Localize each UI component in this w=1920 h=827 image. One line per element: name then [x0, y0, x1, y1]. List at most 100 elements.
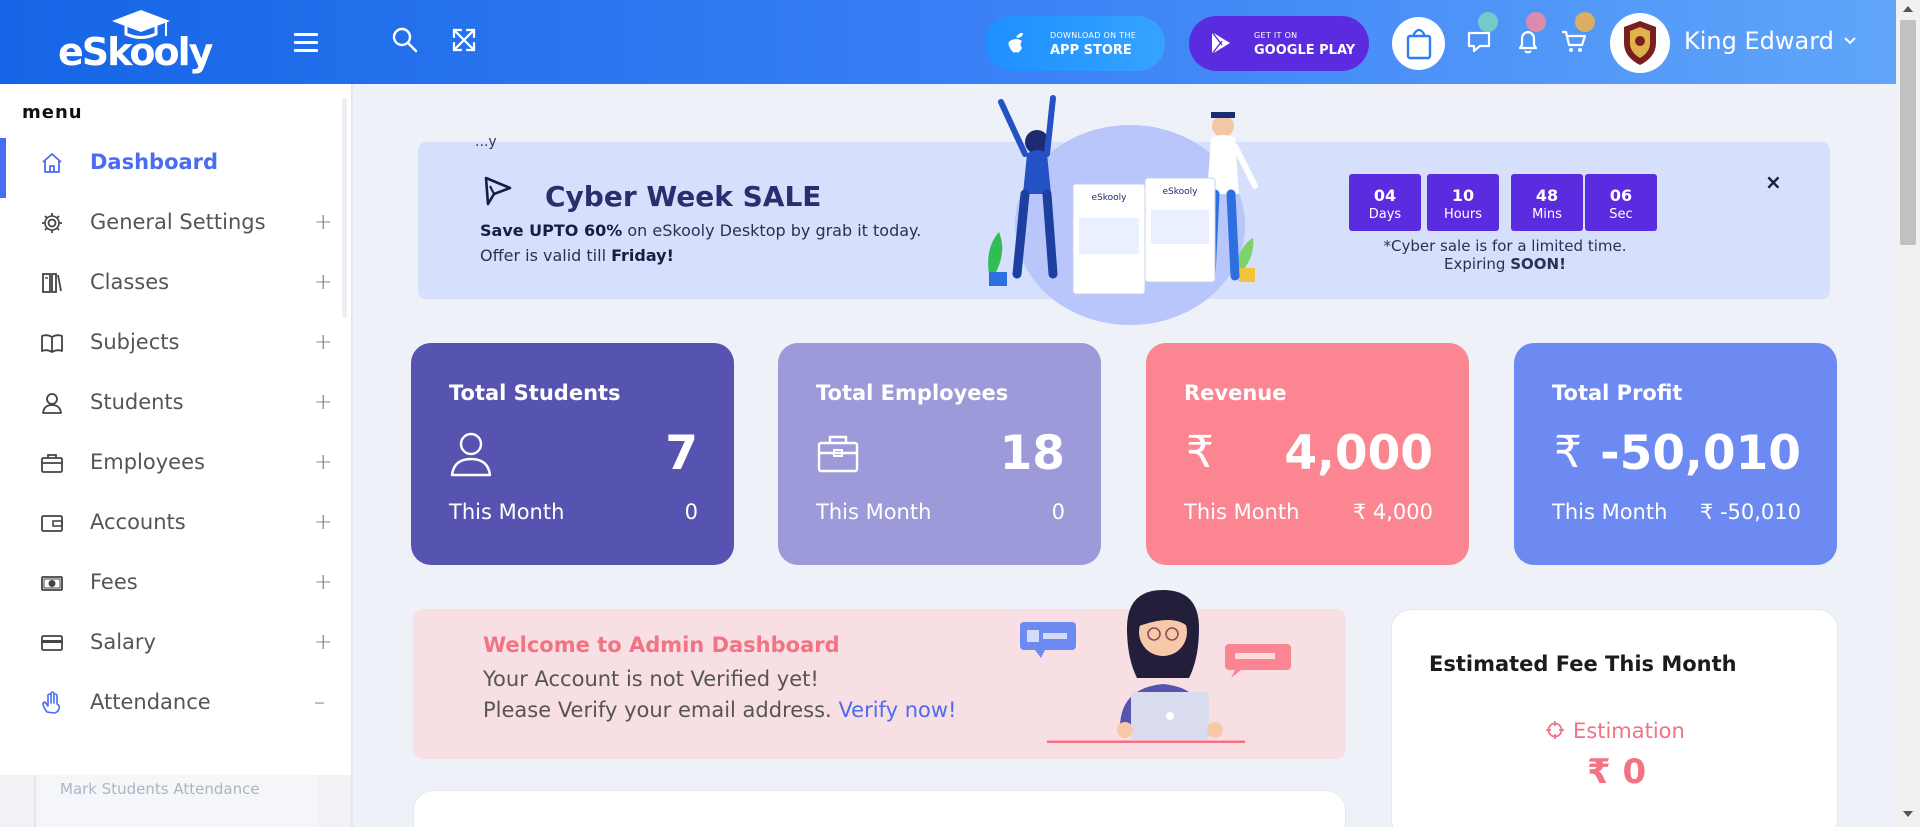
student-icon — [42, 393, 62, 414]
card-title: Revenue — [1184, 381, 1287, 405]
bell-badge — [1526, 12, 1546, 32]
scrollbar-thumb[interactable] — [1900, 20, 1916, 245]
bottom-panel — [413, 790, 1346, 827]
classes-icon — [42, 273, 62, 293]
rupee-icon: ₹ — [1186, 427, 1214, 478]
card-title: Total Profit — [1552, 381, 1683, 405]
verification-prompt-text: Please Verify your email address. — [483, 698, 832, 722]
briefcase-icon — [41, 454, 63, 473]
sidebar-item-subjects[interactable]: Subjects + — [0, 318, 345, 366]
briefcase-icon — [817, 435, 859, 473]
scroll-down-arrow-icon[interactable] — [1903, 811, 1913, 817]
card-sub-label: This Month — [449, 500, 565, 524]
sidebar-item-label: Subjects — [90, 330, 180, 354]
fee-card-title: Estimated Fee This Month — [1429, 652, 1737, 676]
sidebar-item-students[interactable]: Students + — [0, 378, 345, 426]
shopping-bag-button[interactable] — [1392, 17, 1445, 70]
sidebar-item-classes[interactable]: Classes + — [0, 258, 345, 306]
promo-illustration: eSkooly eSkooly — [988, 95, 1258, 325]
total-students-card[interactable]: Total Students 7 This Month 0 — [411, 343, 734, 565]
countdown-hours-label: Hours — [1443, 207, 1483, 222]
countdown-secs-value: 06 — [1609, 186, 1633, 205]
sidebar-item-salary[interactable]: Salary + — [0, 618, 345, 666]
app-store-small-text: DOWNLOAD ON THE — [1050, 31, 1137, 40]
total-employees-card[interactable]: Total Employees 18 This Month 0 — [778, 343, 1101, 565]
total-profit-card[interactable]: Total Profit ₹ -50,010 This Month ₹ -50,… — [1514, 343, 1837, 565]
card-sub-value: ₹ 4,000 — [1352, 500, 1433, 524]
scroll-up-arrow-icon[interactable] — [1903, 6, 1913, 12]
sidebar-item-label: Salary — [90, 630, 156, 654]
collapse-icon[interactable]: – — [314, 690, 325, 715]
sidebar-item-dashboard[interactable]: Dashboard — [0, 138, 345, 198]
expand-icon[interactable]: + — [314, 630, 332, 655]
promo-line1-text: on eSkooly Desktop by grab it today. — [622, 221, 922, 240]
card-sub-label: This Month — [816, 500, 932, 524]
home-icon — [42, 153, 62, 173]
countdown-hours: 10 Hours — [1427, 174, 1499, 231]
promo-line2-text: Offer is valid till — [480, 246, 612, 265]
expand-icon[interactable]: + — [314, 510, 332, 535]
expand-icon[interactable]: + — [314, 390, 332, 415]
close-icon[interactable]: × — [1765, 170, 1782, 194]
page-scrollbar[interactable] — [1896, 0, 1920, 827]
submenu-item-label: Mark Students Attendance — [60, 780, 260, 798]
bell-icon[interactable] — [1514, 28, 1542, 56]
sidebar-item-accounts[interactable]: Accounts + — [0, 498, 345, 546]
sale-note: *Cyber sale is for a limited time. — [1383, 237, 1627, 255]
crosshair-icon — [1546, 721, 1564, 739]
card-icon — [41, 635, 63, 651]
promo-deadline: Friday! — [611, 246, 674, 265]
sale-expiry-note: Expiring SOON! — [1350, 255, 1660, 273]
expand-icon[interactable]: + — [314, 570, 332, 595]
countdown-secs-label: Sec — [1609, 207, 1633, 222]
sidebar-item-employees[interactable]: Employees + — [0, 438, 345, 486]
gear-icon — [42, 213, 62, 233]
menu-icon[interactable] — [294, 33, 318, 53]
app-store-button[interactable]: DOWNLOAD ON THE APP STORE — [985, 16, 1165, 71]
apple-icon — [1008, 32, 1023, 53]
sale-expiry-text: Expiring — [1444, 255, 1511, 273]
verify-now-link[interactable]: Verify now! — [838, 698, 956, 722]
graduation-cap-icon — [112, 10, 170, 39]
promo-clipped-text: ...y — [475, 134, 497, 150]
promo-highlight: Save UPTO 60% — [480, 221, 623, 240]
app-store-big-text: APP STORE — [1050, 43, 1132, 58]
search-icon[interactable] — [391, 26, 419, 54]
google-play-button[interactable]: GET IT ON GOOGLE PLAY — [1189, 16, 1369, 71]
sidebar-divider — [351, 84, 353, 827]
revenue-card[interactable]: Revenue ₹ 4,000 This Month ₹ 4,000 — [1146, 343, 1469, 565]
sidebar-item-label: Dashboard — [90, 150, 219, 174]
sidebar-item-label: Attendance — [90, 690, 211, 714]
avatar[interactable] — [1610, 13, 1670, 73]
fullscreen-icon[interactable] — [450, 26, 478, 54]
expand-icon[interactable]: + — [314, 450, 332, 475]
sidebar-item-label: General Settings — [90, 210, 266, 234]
sidebar-item-attendance[interactable]: Attendance – — [0, 678, 345, 726]
card-sub-value: ₹ -50,010 — [1699, 500, 1801, 524]
card-title: Total Students — [449, 381, 621, 405]
expand-icon[interactable]: + — [314, 270, 332, 295]
chat-icon[interactable] — [1466, 28, 1494, 56]
sidebar-item-label: Students — [90, 390, 184, 414]
submenu-item-mark-students-attendance[interactable]: Mark Students Attendance — [34, 775, 318, 827]
card-value: 18 — [999, 426, 1065, 481]
cart-icon[interactable] — [1560, 28, 1588, 56]
crest-icon — [1624, 21, 1656, 65]
cart-badge — [1575, 12, 1595, 32]
expand-icon[interactable]: + — [314, 210, 332, 235]
expand-icon[interactable]: + — [314, 330, 332, 355]
attendance-submenu: Mark Students Attendance — [0, 775, 353, 827]
countdown-days-label: Days — [1368, 207, 1402, 222]
sidebar-item-fees[interactable]: Fees + — [0, 558, 345, 606]
sidebar-item-general-settings[interactable]: General Settings + — [0, 198, 345, 246]
chevron-down-icon[interactable] — [1843, 36, 1857, 46]
user-name[interactable]: King Edward — [1684, 27, 1834, 55]
logo[interactable]: eSkooly — [58, 8, 213, 78]
chat-badge — [1478, 12, 1498, 32]
estimated-fee-card — [1391, 609, 1838, 827]
sidebar-scrollbar[interactable] — [342, 98, 347, 318]
card-sub-label: This Month — [1552, 500, 1668, 524]
welcome-illustration — [1020, 590, 1291, 743]
promo-line1: Save UPTO 60% on eSkooly Desktop by grab… — [480, 221, 921, 240]
sidebar-item-label: Employees — [90, 450, 205, 474]
